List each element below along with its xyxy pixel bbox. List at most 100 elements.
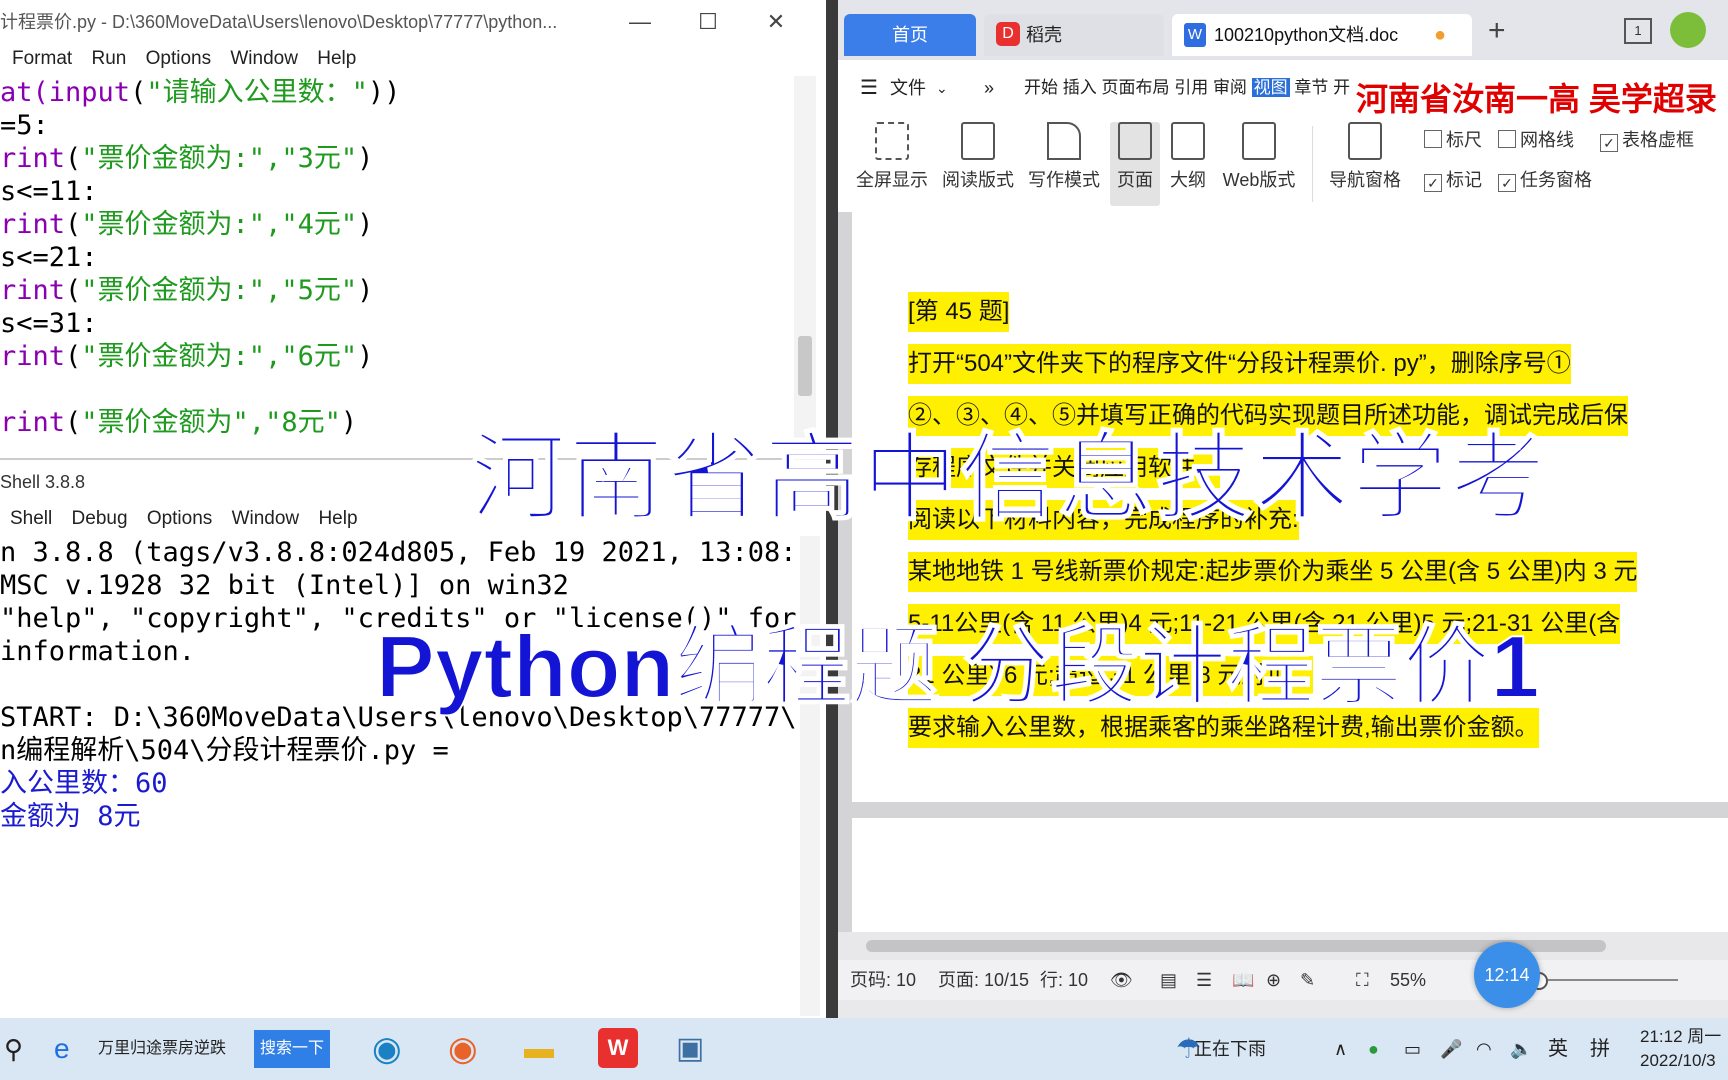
firefox-icon[interactable]: ◉ xyxy=(448,1018,478,1080)
input-language[interactable]: 英 xyxy=(1548,1018,1568,1080)
shell-line: 金额为 8元 xyxy=(0,801,141,832)
search-icon[interactable]: ⚲ xyxy=(4,1018,23,1080)
code-line: =5: xyxy=(0,109,792,142)
page-view-button[interactable]: 页面 xyxy=(1110,122,1160,206)
wifi-icon[interactable]: ◠ xyxy=(1476,1018,1492,1080)
page-count: 页面: 10/15 xyxy=(938,970,1030,990)
menu-window[interactable]: Window xyxy=(230,48,298,69)
ribbon-tab[interactable]: 插入 xyxy=(1063,78,1097,97)
edge-icon[interactable]: ◉ xyxy=(372,1018,402,1080)
search-button[interactable]: 搜索一下 xyxy=(254,1030,331,1068)
gridlines-label: 网格线 xyxy=(1520,130,1574,150)
editor-menu-bar: Format Run Options Window Help xyxy=(0,44,826,74)
menu-format[interactable]: Format xyxy=(12,48,72,69)
python-icon[interactable]: ▣ xyxy=(676,1018,704,1080)
new-tab-icon[interactable]: + xyxy=(1488,14,1506,48)
code-token: "请输入公里数：" xyxy=(146,77,368,108)
doc-line: [第 45 题] xyxy=(908,292,1010,332)
code-area[interactable]: at(input("请输入公里数：")) =5: rint("票价金额为:","3元… xyxy=(0,76,792,456)
file-menu[interactable]: 文件 xyxy=(890,60,926,116)
code-token: ( xyxy=(65,275,82,306)
code-token: rint xyxy=(0,275,66,306)
nav-pane-button[interactable]: 导航窗格 xyxy=(1320,122,1410,192)
scroll-thumb[interactable] xyxy=(798,336,812,396)
menu-run[interactable]: Run xyxy=(91,48,126,69)
document-page-next[interactable] xyxy=(852,818,1728,938)
ribbon-tab[interactable]: 开 xyxy=(1333,78,1350,97)
menu-options[interactable]: Options xyxy=(146,48,211,69)
volume-icon[interactable]: 🔈 xyxy=(1510,1018,1532,1080)
tab-daoke-label: 稻壳 xyxy=(1026,25,1062,45)
writing-mode-label: 写作模式 xyxy=(1028,170,1100,190)
task-pane-checkbox[interactable]: ✓ 任务窗格 xyxy=(1498,166,1592,192)
page-view-icon[interactable]: ▤ xyxy=(1160,960,1177,1000)
web-icon[interactable]: ⊕ xyxy=(1266,960,1281,1000)
file-explorer-icon[interactable]: ▬ xyxy=(524,1018,554,1080)
chevron-down-icon[interactable]: ⌄ xyxy=(936,60,948,116)
chevron-right-icon[interactable]: » xyxy=(984,60,994,116)
code-token: at( xyxy=(0,77,49,108)
minimize-icon[interactable]: — xyxy=(610,0,670,44)
wps-icon[interactable]: W xyxy=(598,1028,638,1068)
menu-help[interactable]: Help xyxy=(318,508,357,529)
menu-window[interactable]: Window xyxy=(232,508,300,529)
window-count-icon[interactable]: 1 xyxy=(1624,18,1652,44)
menu-options[interactable]: Options xyxy=(147,508,212,529)
menu-shell[interactable]: Shell xyxy=(10,508,52,529)
ribbon-tab[interactable]: 章节 xyxy=(1294,78,1328,97)
code-token: ) xyxy=(357,341,374,372)
avatar[interactable] xyxy=(1670,12,1706,48)
menu-help[interactable]: Help xyxy=(317,48,356,69)
outline-label: 大纲 xyxy=(1170,170,1206,190)
code-token: ( xyxy=(130,77,147,108)
fullscreen-button[interactable]: 全屏显示 xyxy=(852,122,932,192)
tab-home[interactable]: 首页 xyxy=(844,14,976,56)
code-token: rint xyxy=(0,143,66,174)
clock-time[interactable]: 21:12 周一 xyxy=(1640,1026,1721,1048)
tray-app-icon[interactable]: ● xyxy=(1368,1018,1379,1080)
horizontal-scrollbar[interactable] xyxy=(838,932,1728,960)
writing-mode-button[interactable]: 写作模式 xyxy=(1024,122,1104,192)
menu-debug[interactable]: Debug xyxy=(72,508,128,529)
tab-daoke[interactable]: D 稻壳 xyxy=(984,14,1164,56)
tab-document[interactable]: W 100210python文档.doc ● xyxy=(1172,14,1472,56)
ribbon-tab[interactable]: 审阅 xyxy=(1213,78,1247,97)
daoke-icon: D xyxy=(996,22,1020,46)
ribbon-tab[interactable]: 页面布局 xyxy=(1101,78,1169,97)
ribbon-tab-active[interactable]: 视图 xyxy=(1251,78,1290,97)
eye-icon[interactable]: 👁 xyxy=(1110,960,1133,1000)
ribbon-buttons: 全屏显示 阅读版式 写作模式 页面 大纲 Web版式 导航窗格 标尺 网格线 ✓… xyxy=(838,116,1728,213)
battery-icon[interactable]: ▭ xyxy=(1404,1018,1421,1080)
ribbon-tab[interactable]: 引用 xyxy=(1174,78,1208,97)
fullscreen-icon xyxy=(875,122,909,160)
ie-icon[interactable]: e xyxy=(54,1018,70,1080)
menu-icon[interactable]: ☰ xyxy=(860,60,878,116)
book-icon[interactable]: 📖 xyxy=(1232,960,1254,1000)
clock-date[interactable]: 2022/10/3 xyxy=(1640,1050,1716,1072)
fit-icon[interactable]: ⛶ xyxy=(1356,960,1369,1000)
nav-pane-icon xyxy=(1348,122,1382,160)
maximize-icon[interactable]: ☐ xyxy=(678,0,738,44)
outline-icon[interactable]: ☰ xyxy=(1196,960,1212,1000)
pen-icon[interactable]: ✎ xyxy=(1300,960,1315,1000)
news-ticker[interactable]: 万里归途票房逆跌 xyxy=(98,1018,226,1080)
marks-checkbox[interactable]: ✓ 标记 xyxy=(1424,166,1482,192)
code-token: "票价金额为:","3元" xyxy=(81,143,358,174)
editor-title: 计程票价.py - D:\360MoveData\Users\lenovo\De… xyxy=(0,12,558,32)
shell-line: 入公里数：60 xyxy=(0,768,168,799)
reading-mode-button[interactable]: 阅读版式 xyxy=(938,122,1018,192)
web-view-button[interactable]: Web版式 xyxy=(1214,122,1304,192)
close-icon[interactable]: ✕ xyxy=(746,0,806,44)
ruler-checkbox[interactable]: 标尺 xyxy=(1424,126,1482,152)
outline-button[interactable]: 大纲 xyxy=(1158,122,1218,192)
editor-scrollbar[interactable] xyxy=(794,76,816,456)
ribbon-tab[interactable]: 开始 xyxy=(1024,78,1058,97)
check-icon: ✓ xyxy=(1498,174,1516,192)
gridlines-checkbox[interactable]: 网格线 xyxy=(1498,126,1574,152)
ime-indicator[interactable]: 拼 xyxy=(1590,1018,1610,1080)
table-grid-checkbox[interactable]: ✓ 表格虚框 xyxy=(1600,126,1694,152)
zoom-level: 55% xyxy=(1390,970,1427,990)
weather-text[interactable]: 正在下雨 xyxy=(1194,1018,1266,1080)
microphone-icon[interactable]: 🎤 xyxy=(1440,1018,1462,1080)
chevron-up-icon[interactable]: ∧ xyxy=(1334,1018,1347,1080)
